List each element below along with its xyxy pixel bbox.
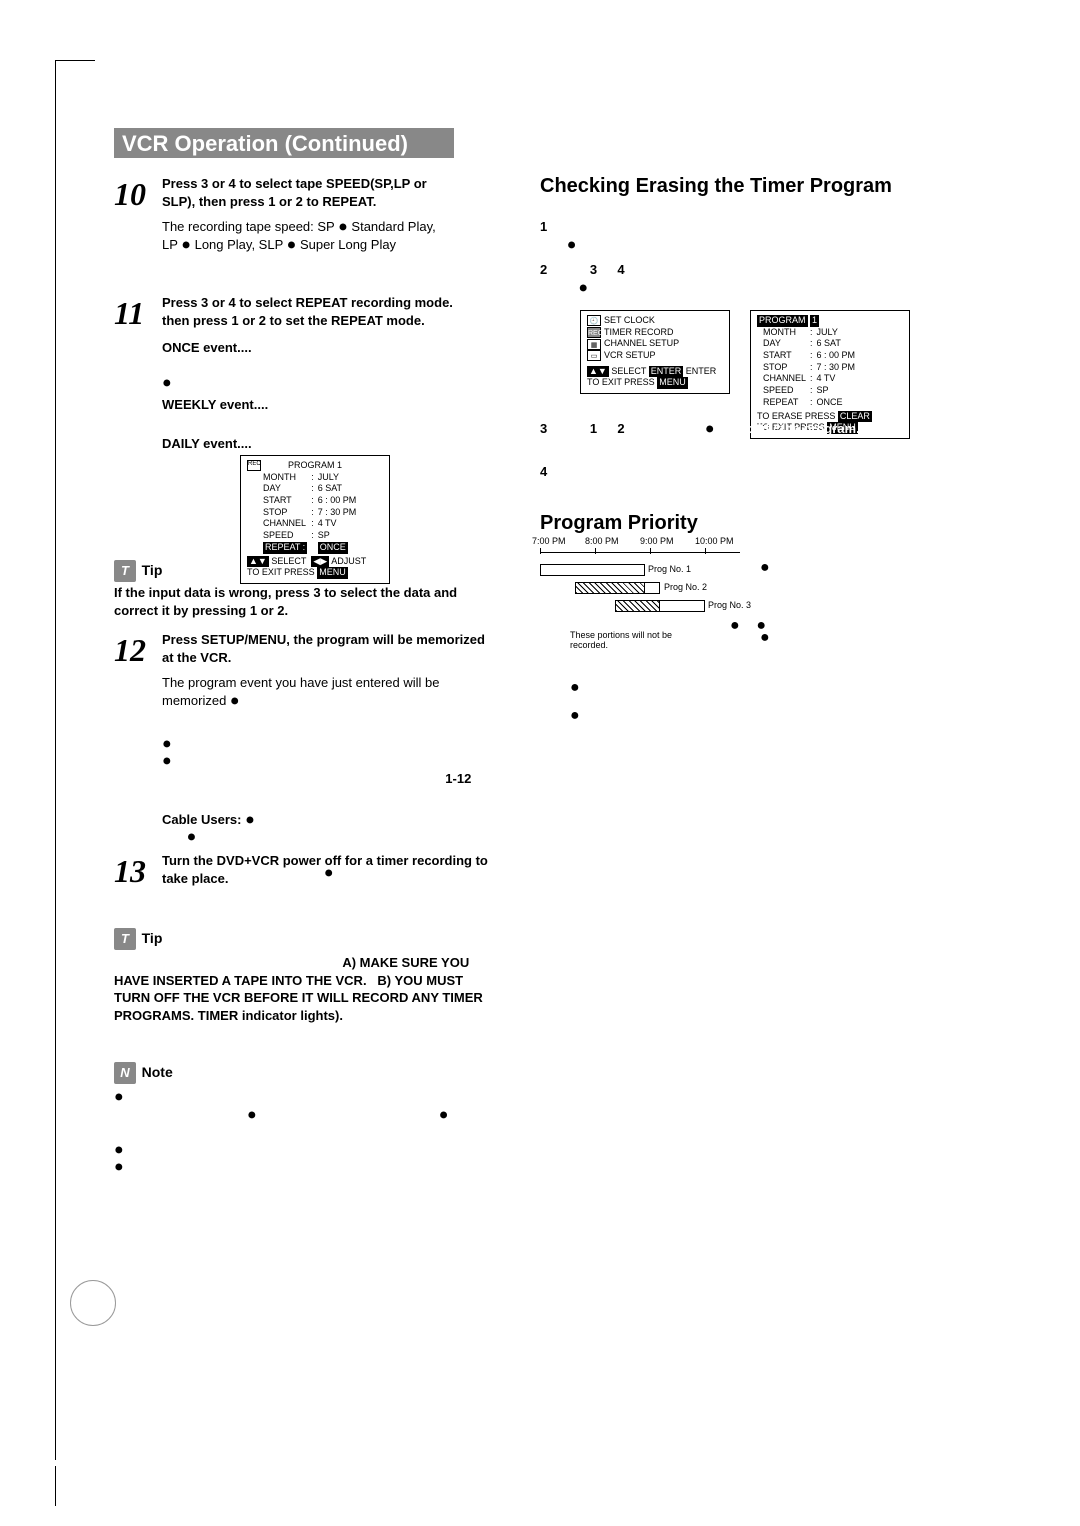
bullet-icon: ● (338, 219, 348, 236)
step-12-num: 12 (114, 632, 146, 668)
tip-icon: T (114, 928, 136, 950)
priority-diagram: 7:00 PM 8:00 PM 9:00 PM 10:00 PM Prog No… (540, 540, 770, 690)
erase-txt: To erase the program(s), at step 2 press… (540, 438, 990, 456)
bullet-icon: ● (578, 279, 588, 296)
bullet-icon: ● (570, 707, 580, 724)
bullet-icon: ● (162, 375, 172, 392)
tip-icon: T (114, 560, 136, 582)
step12-rng: 1-12 (445, 771, 471, 786)
tip-label: Tip (142, 930, 163, 946)
step-11-num: 11 (114, 295, 144, 331)
bullet-icon: ● (439, 1106, 449, 1123)
bullet-icon: ● (162, 753, 172, 770)
page-number: 30 (70, 1280, 116, 1326)
once-hdr: ONCE event.... (162, 340, 252, 355)
bullet-icon: ● (756, 617, 766, 634)
note-icon: N (114, 1062, 136, 1084)
page-banner: VCR Operation (Continued) (114, 128, 454, 158)
step10-p1b: Standard Play, (351, 219, 435, 234)
cable-lead: Cable Users: (162, 812, 241, 827)
note-label: Note (142, 1064, 173, 1080)
subhead-priority: Program Priority (540, 510, 990, 537)
ppd-caption: These portions will not be recorded. (570, 630, 690, 650)
step10-p1d: Long Play, SLP (195, 237, 283, 252)
bullet-icon: ● (114, 1089, 124, 1106)
step-11-line1: Press 3 or 4 to select REPEAT recording … (162, 294, 494, 312)
step13-l1: Turn the DVD+VCR power off for a timer r… (162, 852, 494, 887)
ppd-r1: If programs overlap, you will see a "PRO… (760, 560, 979, 616)
osd-title: PROGRAM 1 (247, 460, 383, 472)
step10-p1e: Super Long Play (300, 237, 396, 252)
step12-p2: To set other timer recording. repeat ste… (175, 736, 445, 751)
tip-label: Tip (142, 562, 163, 578)
step-10-line2: SLP), then press 1 or 2 to REPEAT. (162, 193, 494, 211)
step-11-line2: then press 1 or 2 to set the REPEAT mode… (162, 312, 494, 330)
ppd-r2: After the lower number program finishes,… (760, 630, 967, 672)
note-l2: If events overlap, this is shown in the … (127, 1142, 468, 1157)
tip1-text: If the input data is wrong, press 3 to s… (114, 584, 494, 619)
bullet-icon: ● (287, 236, 297, 253)
bullet-icon: ● (230, 692, 240, 709)
ppd-r3: If the starting times of each timer prog… (570, 680, 914, 708)
bullet-icon: ● (245, 811, 255, 828)
bullet-icon: ● (114, 1141, 124, 1158)
step-10-num: 10 (114, 176, 146, 212)
daily-hdr: DAILY event.... (162, 436, 252, 451)
bullet-icon: ● (730, 617, 740, 634)
tip2-lead: In order for the timer recording to work… (114, 955, 339, 970)
step10-p1a: The recording tape speed: SP (162, 219, 335, 234)
bullet-icon: ● (162, 735, 172, 752)
step-10-line1: Press 3 or 4 to select tape SPEED(SP,LP … (162, 175, 494, 193)
step12-p3a: To enter additional events, press 3 or 4… (162, 753, 473, 786)
bullet-icon: ● (705, 421, 715, 438)
bullet-icon: ● (114, 1159, 124, 1176)
bullet-icon: ● (567, 236, 577, 253)
weekly-hdr: WEEKLY event.... (162, 397, 268, 412)
subhead-check: Checking Erasing the Timer Program (540, 173, 990, 200)
step12-l1: Press SETUP/MENU, the program will be me… (162, 631, 494, 666)
note-l1b: Erasing the Timer Program) or (260, 1107, 435, 1122)
step10-p1c: LP (162, 237, 178, 252)
bullet-icon: ● (247, 1106, 257, 1123)
osd-main-menu: 🕘SET CLOCK RECTIMER RECORD ▦CHANNEL SETU… (580, 310, 730, 394)
bullet-icon: ● (181, 236, 191, 253)
bullet-icon: ● (187, 829, 197, 846)
step-13-num: 13 (114, 853, 146, 889)
